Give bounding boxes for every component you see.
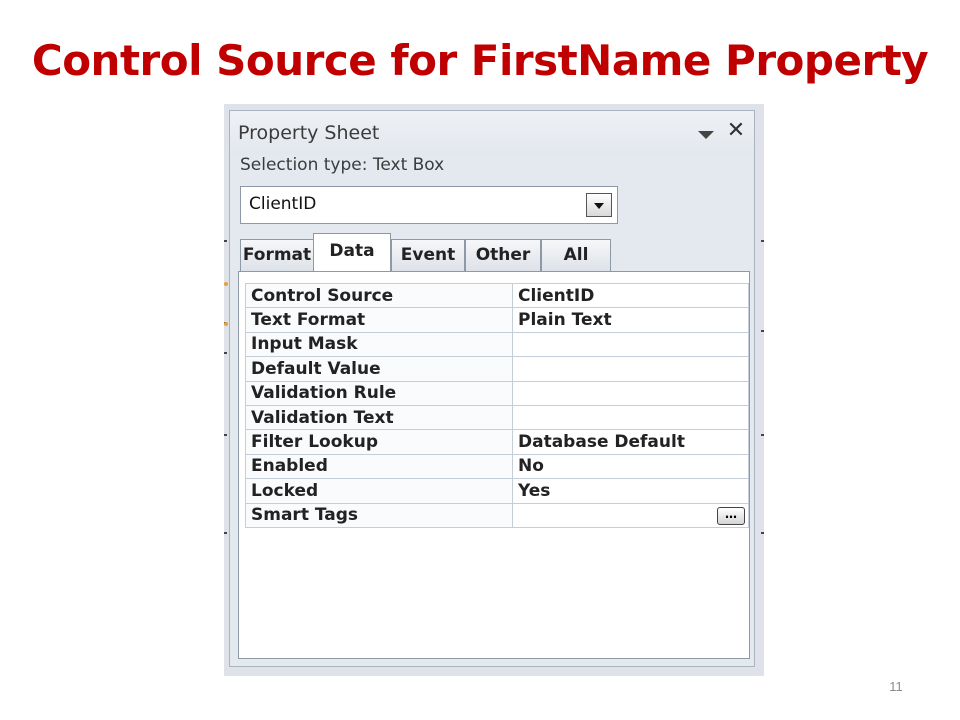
property-name: Control Source	[245, 282, 513, 309]
chevron-down-icon[interactable]	[698, 131, 714, 139]
property-grid: Control Source ClientID Text Format Plai…	[245, 282, 749, 528]
table-row[interactable]: Enabled No	[245, 453, 749, 480]
property-name: Enabled	[245, 453, 513, 480]
slide-title: Control Source for FirstName Property	[31, 36, 929, 85]
property-name: Text Format	[245, 307, 513, 333]
edge-mark	[761, 240, 764, 242]
tab-event[interactable]: Event	[391, 239, 465, 271]
property-sheet-title: Property Sheet	[238, 122, 380, 144]
table-row[interactable]: Text Format Plain Text	[245, 307, 749, 333]
table-row[interactable]: Input Mask	[245, 331, 749, 358]
page-number: 11	[889, 679, 903, 694]
builder-button[interactable]: …	[717, 506, 745, 525]
edge-mark	[761, 434, 764, 436]
property-name: Locked	[245, 478, 513, 504]
property-value[interactable]	[512, 356, 749, 382]
table-row[interactable]: Validation Rule	[245, 380, 749, 406]
control-selector-value: ClientID	[249, 194, 317, 214]
property-sheet-header: Property Sheet ✕	[230, 111, 754, 155]
table-row[interactable]: Smart Tags …	[245, 502, 749, 528]
tab-format[interactable]: Format	[240, 239, 314, 271]
edge-dot	[224, 322, 228, 326]
control-selector[interactable]: ClientID	[240, 186, 618, 224]
property-value[interactable]: Plain Text	[512, 307, 749, 333]
property-value[interactable]: Yes	[512, 478, 749, 504]
property-name: Filter Lookup	[245, 429, 513, 455]
chevron-down-icon	[594, 203, 604, 209]
property-value[interactable]	[512, 331, 749, 358]
property-name: Input Mask	[245, 331, 513, 358]
table-row[interactable]: Default Value	[245, 356, 749, 382]
tab-content: Control Source ClientID Text Format Plai…	[238, 271, 750, 659]
tab-other[interactable]: Other	[465, 239, 541, 271]
property-sheet-screenshot: Property Sheet ✕ Selection type: Text Bo…	[224, 104, 764, 676]
edge-mark	[224, 240, 227, 242]
edge-mark	[761, 532, 764, 534]
property-name: Validation Text	[245, 404, 513, 431]
property-sheet-panel: Property Sheet ✕ Selection type: Text Bo…	[229, 110, 755, 667]
edge-mark	[761, 330, 764, 332]
selector-dropdown-button[interactable]	[586, 193, 612, 217]
property-value[interactable]: Database Default	[512, 429, 749, 455]
edge-dot	[224, 282, 228, 286]
edge-mark	[224, 352, 227, 354]
close-icon[interactable]: ✕	[725, 119, 747, 143]
table-row[interactable]: Locked Yes	[245, 478, 749, 504]
property-value-smart-tags[interactable]: …	[512, 502, 749, 528]
property-value[interactable]	[512, 380, 749, 406]
tab-all[interactable]: All	[541, 239, 611, 271]
property-name: Validation Rule	[245, 380, 513, 406]
property-value[interactable]: No	[512, 453, 749, 480]
edge-mark	[224, 434, 227, 436]
property-value[interactable]: ClientID	[512, 282, 749, 309]
table-row[interactable]: Validation Text	[245, 404, 749, 431]
table-row[interactable]: Control Source ClientID	[245, 282, 749, 309]
property-name: Smart Tags	[245, 502, 513, 528]
property-value[interactable]	[512, 404, 749, 431]
table-row[interactable]: Filter Lookup Database Default	[245, 429, 749, 455]
selection-type-label: Selection type: Text Box	[240, 155, 445, 175]
property-name: Default Value	[245, 356, 513, 382]
tab-data[interactable]: Data	[313, 233, 391, 271]
edge-mark	[224, 532, 227, 534]
